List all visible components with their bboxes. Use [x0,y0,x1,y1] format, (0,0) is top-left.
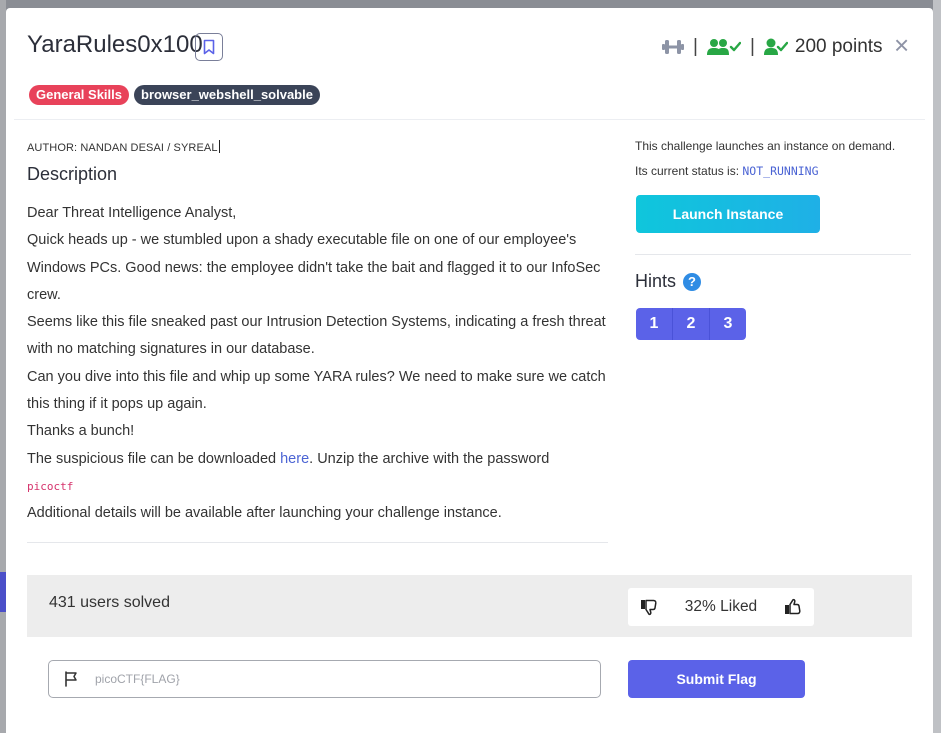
close-button[interactable]: × [894,32,909,58]
description-paragraph: Thanks a bunch! [27,423,135,440]
meta-separator: | [749,36,755,57]
thumbs-down-icon[interactable] [640,598,658,616]
hint-button-2[interactable]: 2 [673,308,710,340]
instance-status-label: Its current status is: [635,164,743,178]
description-paragraph: Quick heads up - we stumbled upon a shad… [27,232,601,303]
flag-field[interactable] [48,660,601,698]
solved-bar: 431 users solved 32% Liked [27,575,912,637]
flag-input[interactable] [93,671,577,687]
challenge-meta: | | 200 points [662,34,883,60]
download-paragraph: The suspicious file can be downloaded he… [27,446,612,473]
user-check-icon [763,38,788,55]
close-icon: × [894,30,910,60]
dumbbell-icon [662,40,684,54]
hint-button-3[interactable]: 3 [710,308,746,340]
help-icon[interactable]: ? [683,272,702,291]
points-label: 200 points [794,36,883,57]
bookmark-button[interactable] [195,33,223,61]
header-divider [14,119,925,120]
description-body: Dear Threat Intelligence Analyst, Quick … [27,200,612,528]
description-paragraph: Can you dive into this file and whip up … [27,368,606,413]
sidebar-divider [635,254,911,255]
description-divider [27,542,608,543]
users-check-icon [706,39,741,55]
description-paragraph: Seems like this file sneaked past our In… [27,314,606,358]
meta-separator: | [693,36,698,57]
archive-password: picoctf [27,479,74,493]
text-cursor [218,140,220,153]
author-line: AUTHOR: NANDAN DESAI / SYREAL [27,140,220,154]
liked-percentage: 32% Liked [684,598,758,615]
instance-status: Its current status is: NOT_RUNNING [635,164,819,178]
flag-icon [64,671,78,687]
description-paragraph: Dear Threat Intelligence Analyst, [27,205,237,221]
bookmark-icon [203,39,215,55]
tag-list: General Skills browser_webshell_solvable [29,85,320,105]
hints-heading: Hints [635,271,677,291]
thumbs-up-icon[interactable] [784,598,802,616]
instance-status-value: NOT_RUNNING [742,164,819,178]
download-text: The suspicious file can be downloaded [27,450,281,467]
launch-instance-button[interactable]: Launch Instance [636,195,820,233]
hint-button-1[interactable]: 1 [636,308,673,340]
page-background-right [933,0,941,733]
tag-general-skills[interactable]: General Skills [29,85,129,105]
password-paragraph: picoctf [27,473,612,500]
description-paragraph: Additional details will be available aft… [27,505,502,522]
like-widget: 32% Liked [628,588,814,626]
author-text: AUTHOR: NANDAN DESAI / SYREAL [27,142,218,154]
users-solved: 431 users solved [49,594,170,611]
instance-info: This challenge launches an instance on d… [635,139,896,153]
hint-buttons: 1 2 3 [636,308,746,340]
download-link[interactable]: here [280,451,309,467]
unzip-text: . Unzip the archive with the password [309,450,550,467]
hints-section: Hints ? [635,271,702,292]
challenge-modal: YaraRules0x100 | | 200 points × General … [6,8,933,733]
challenge-title: YaraRules0x100 [27,31,203,58]
tag-browser-webshell[interactable]: browser_webshell_solvable [134,85,320,105]
submit-flag-button[interactable]: Submit Flag [628,660,805,698]
description-heading: Description [27,164,118,184]
